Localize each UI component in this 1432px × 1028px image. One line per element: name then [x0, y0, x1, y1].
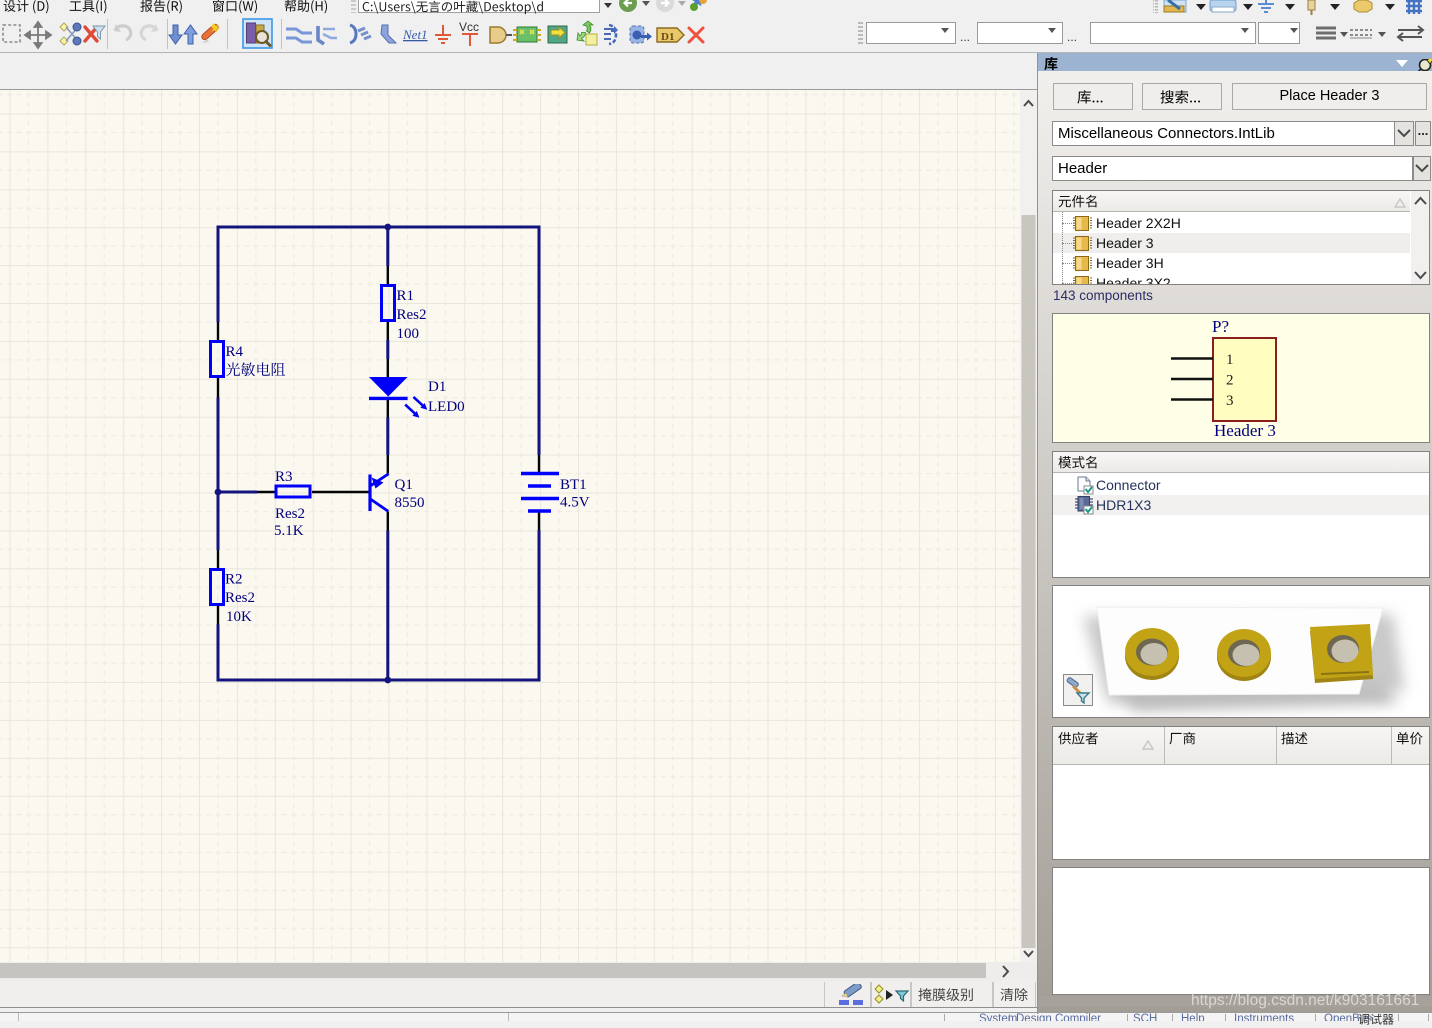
- svg-text:Vcc: Vcc: [459, 20, 479, 34]
- svg-text:2: 2: [1226, 373, 1234, 389]
- svg-text:R4: R4: [226, 344, 244, 360]
- svg-text:Res2: Res2: [225, 590, 255, 606]
- svg-text:10K: 10K: [226, 609, 252, 625]
- svg-text:4.5V: 4.5V: [560, 495, 590, 511]
- svg-text:D1: D1: [428, 379, 446, 395]
- svg-text:R1: R1: [397, 288, 415, 304]
- svg-text:Header 3: Header 3: [1214, 421, 1276, 440]
- svg-text:LED0: LED0: [428, 399, 465, 415]
- svg-text:Net1: Net1: [402, 27, 428, 42]
- svg-text:Res2: Res2: [275, 506, 305, 522]
- svg-text:1: 1: [1226, 352, 1234, 368]
- svg-text:R3: R3: [275, 469, 293, 485]
- svg-text:P?: P?: [1212, 317, 1229, 336]
- svg-text:100: 100: [397, 326, 420, 342]
- svg-text:5.1K: 5.1K: [274, 523, 304, 539]
- svg-text:8550: 8550: [395, 495, 425, 511]
- svg-text:D1: D1: [661, 31, 674, 43]
- svg-text:3: 3: [1226, 393, 1234, 409]
- svg-text:Res2: Res2: [397, 307, 427, 323]
- svg-text:Q1: Q1: [395, 477, 413, 493]
- svg-text:R2: R2: [225, 572, 243, 588]
- svg-text:BT1: BT1: [560, 477, 587, 493]
